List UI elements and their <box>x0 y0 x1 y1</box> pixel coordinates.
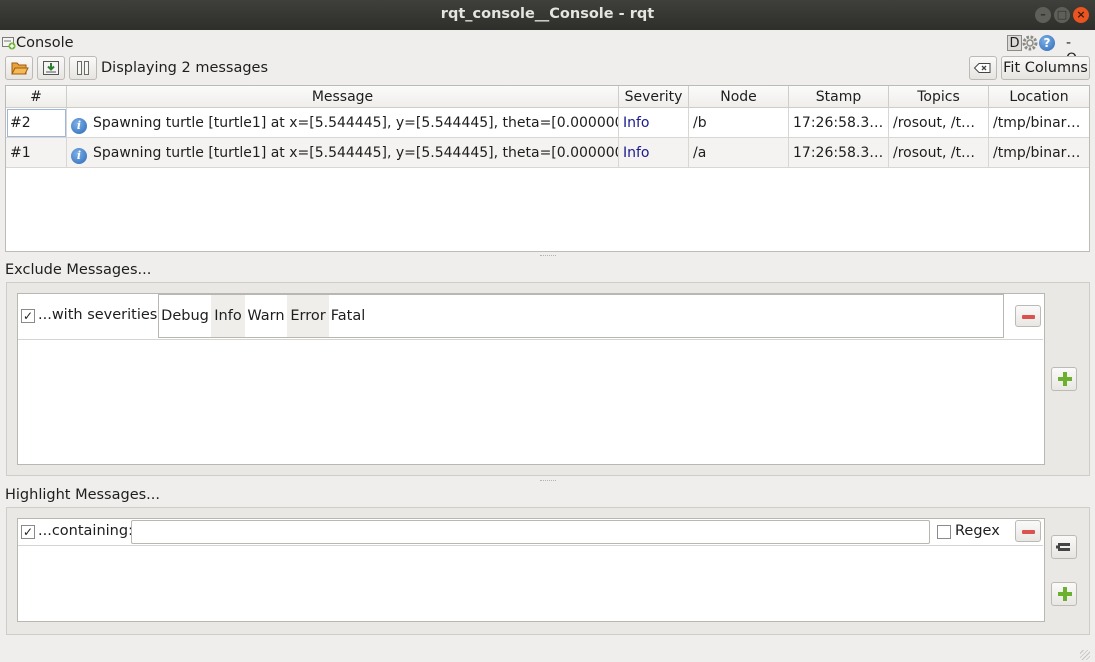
dock-d-button[interactable]: D <box>1007 35 1022 51</box>
severity-debug[interactable]: Debug <box>159 295 211 337</box>
column-header-node[interactable]: Node <box>689 86 789 108</box>
splitter-handle[interactable] <box>540 255 556 258</box>
window-titlebar: rqt_console__Console - rqt – □ × <box>0 0 1095 30</box>
highlight-options-button[interactable] <box>1051 535 1077 559</box>
link-icon <box>1056 543 1070 551</box>
column-header-stamp[interactable]: Stamp <box>789 86 889 108</box>
add-highlight-filter-button[interactable] <box>1051 582 1077 606</box>
column-header-topics[interactable]: Topics <box>889 86 989 108</box>
row-severity: Info <box>619 108 689 138</box>
row-message-cell: i Spawning turtle [turtle1] at x=[5.54444… <box>67 138 619 168</box>
gear-icon[interactable] <box>1022 35 1038 51</box>
row-location: /tmp/binar… <box>989 138 1089 168</box>
row-number: #1 <box>6 138 67 168</box>
row-message: Spawning turtle [turtle1] at x=[5.544445… <box>93 115 619 131</box>
remove-exclude-filter-button[interactable] <box>1015 305 1041 327</box>
table-row[interactable]: #1 i Spawning turtle [turtle1] at x=[5.54… <box>6 138 1089 168</box>
exclude-filter-label: ...with severities: <box>38 307 163 323</box>
row-node: /a <box>689 138 789 168</box>
severity-error[interactable]: Error <box>287 295 329 337</box>
row-number: #2 <box>6 108 67 138</box>
row-topics: /rosout, /t… <box>889 138 989 168</box>
minimize-button[interactable]: – <box>1035 7 1051 23</box>
fit-columns-button[interactable]: Fit Columns <box>1001 56 1090 80</box>
highlight-filter-checkbox[interactable]: ✓ <box>21 525 35 539</box>
save-button[interactable] <box>37 56 65 80</box>
message-count-status: Displaying 2 messages <box>101 60 269 76</box>
column-header-severity[interactable]: Severity <box>619 86 689 108</box>
highlight-text-input[interactable] <box>131 520 930 544</box>
download-icon <box>43 61 59 75</box>
severity-list: Debug Info Warn Error Fatal <box>158 294 1004 338</box>
plugin-title: Console <box>16 35 74 51</box>
splitter-handle[interactable] <box>540 480 556 483</box>
info-icon: i <box>71 118 87 134</box>
column-header-location[interactable]: Location <box>989 86 1089 108</box>
resize-grip[interactable] <box>1080 650 1090 660</box>
open-button[interactable] <box>5 56 33 80</box>
add-exclude-filter-button[interactable] <box>1051 367 1077 391</box>
window-title: rqt_console__Console - rqt <box>440 6 655 22</box>
remove-highlight-filter-button[interactable] <box>1015 520 1041 542</box>
pause-button[interactable] <box>69 56 97 80</box>
exclude-section-label: Exclude Messages... <box>5 262 152 278</box>
console-plugin-icon <box>2 37 16 50</box>
pause-icon <box>77 61 89 75</box>
highlight-filter-label: ...containing: <box>38 523 133 539</box>
info-icon: i <box>71 148 87 164</box>
row-message-cell: i Spawning turtle [turtle1] at x=[5.54444… <box>67 108 619 138</box>
severity-warn[interactable]: Warn <box>245 295 287 337</box>
column-header-number[interactable]: # <box>6 86 67 108</box>
highlight-filter-row: ✓ ...containing: Regex <box>18 519 1043 546</box>
severity-info[interactable]: Info <box>211 295 245 337</box>
messages-table: # Message Severity Node Stamp Topics Loc… <box>5 85 1090 252</box>
table-row[interactable]: #2 i Spawning turtle [turtle1] at x=[5.54… <box>6 108 1089 138</box>
column-header-message[interactable]: Message <box>67 86 619 108</box>
clear-button[interactable] <box>969 56 997 80</box>
clear-icon <box>973 63 991 73</box>
help-icon[interactable]: ? <box>1039 35 1055 51</box>
severity-fatal[interactable]: Fatal <box>329 295 367 337</box>
row-location: /tmp/binar… <box>989 108 1089 138</box>
row-node: /b <box>689 108 789 138</box>
row-stamp: 17:26:58.3… <box>789 138 889 168</box>
regex-checkbox[interactable] <box>937 525 951 539</box>
close-button[interactable]: × <box>1073 7 1089 23</box>
row-severity: Info <box>619 138 689 168</box>
row-message: Spawning turtle [turtle1] at x=[5.544445… <box>93 145 619 161</box>
highlight-section-label: Highlight Messages... <box>5 487 161 503</box>
row-topics: /rosout, /t… <box>889 108 989 138</box>
maximize-button[interactable]: □ <box>1054 7 1070 23</box>
row-stamp: 17:26:58.3… <box>789 108 889 138</box>
exclude-filter-row: ✓ ...with severities: Debug Info Warn Er… <box>18 294 1043 340</box>
regex-label: Regex <box>955 523 1000 539</box>
exclude-filter-checkbox[interactable]: ✓ <box>21 309 35 323</box>
folder-open-icon <box>11 62 29 75</box>
